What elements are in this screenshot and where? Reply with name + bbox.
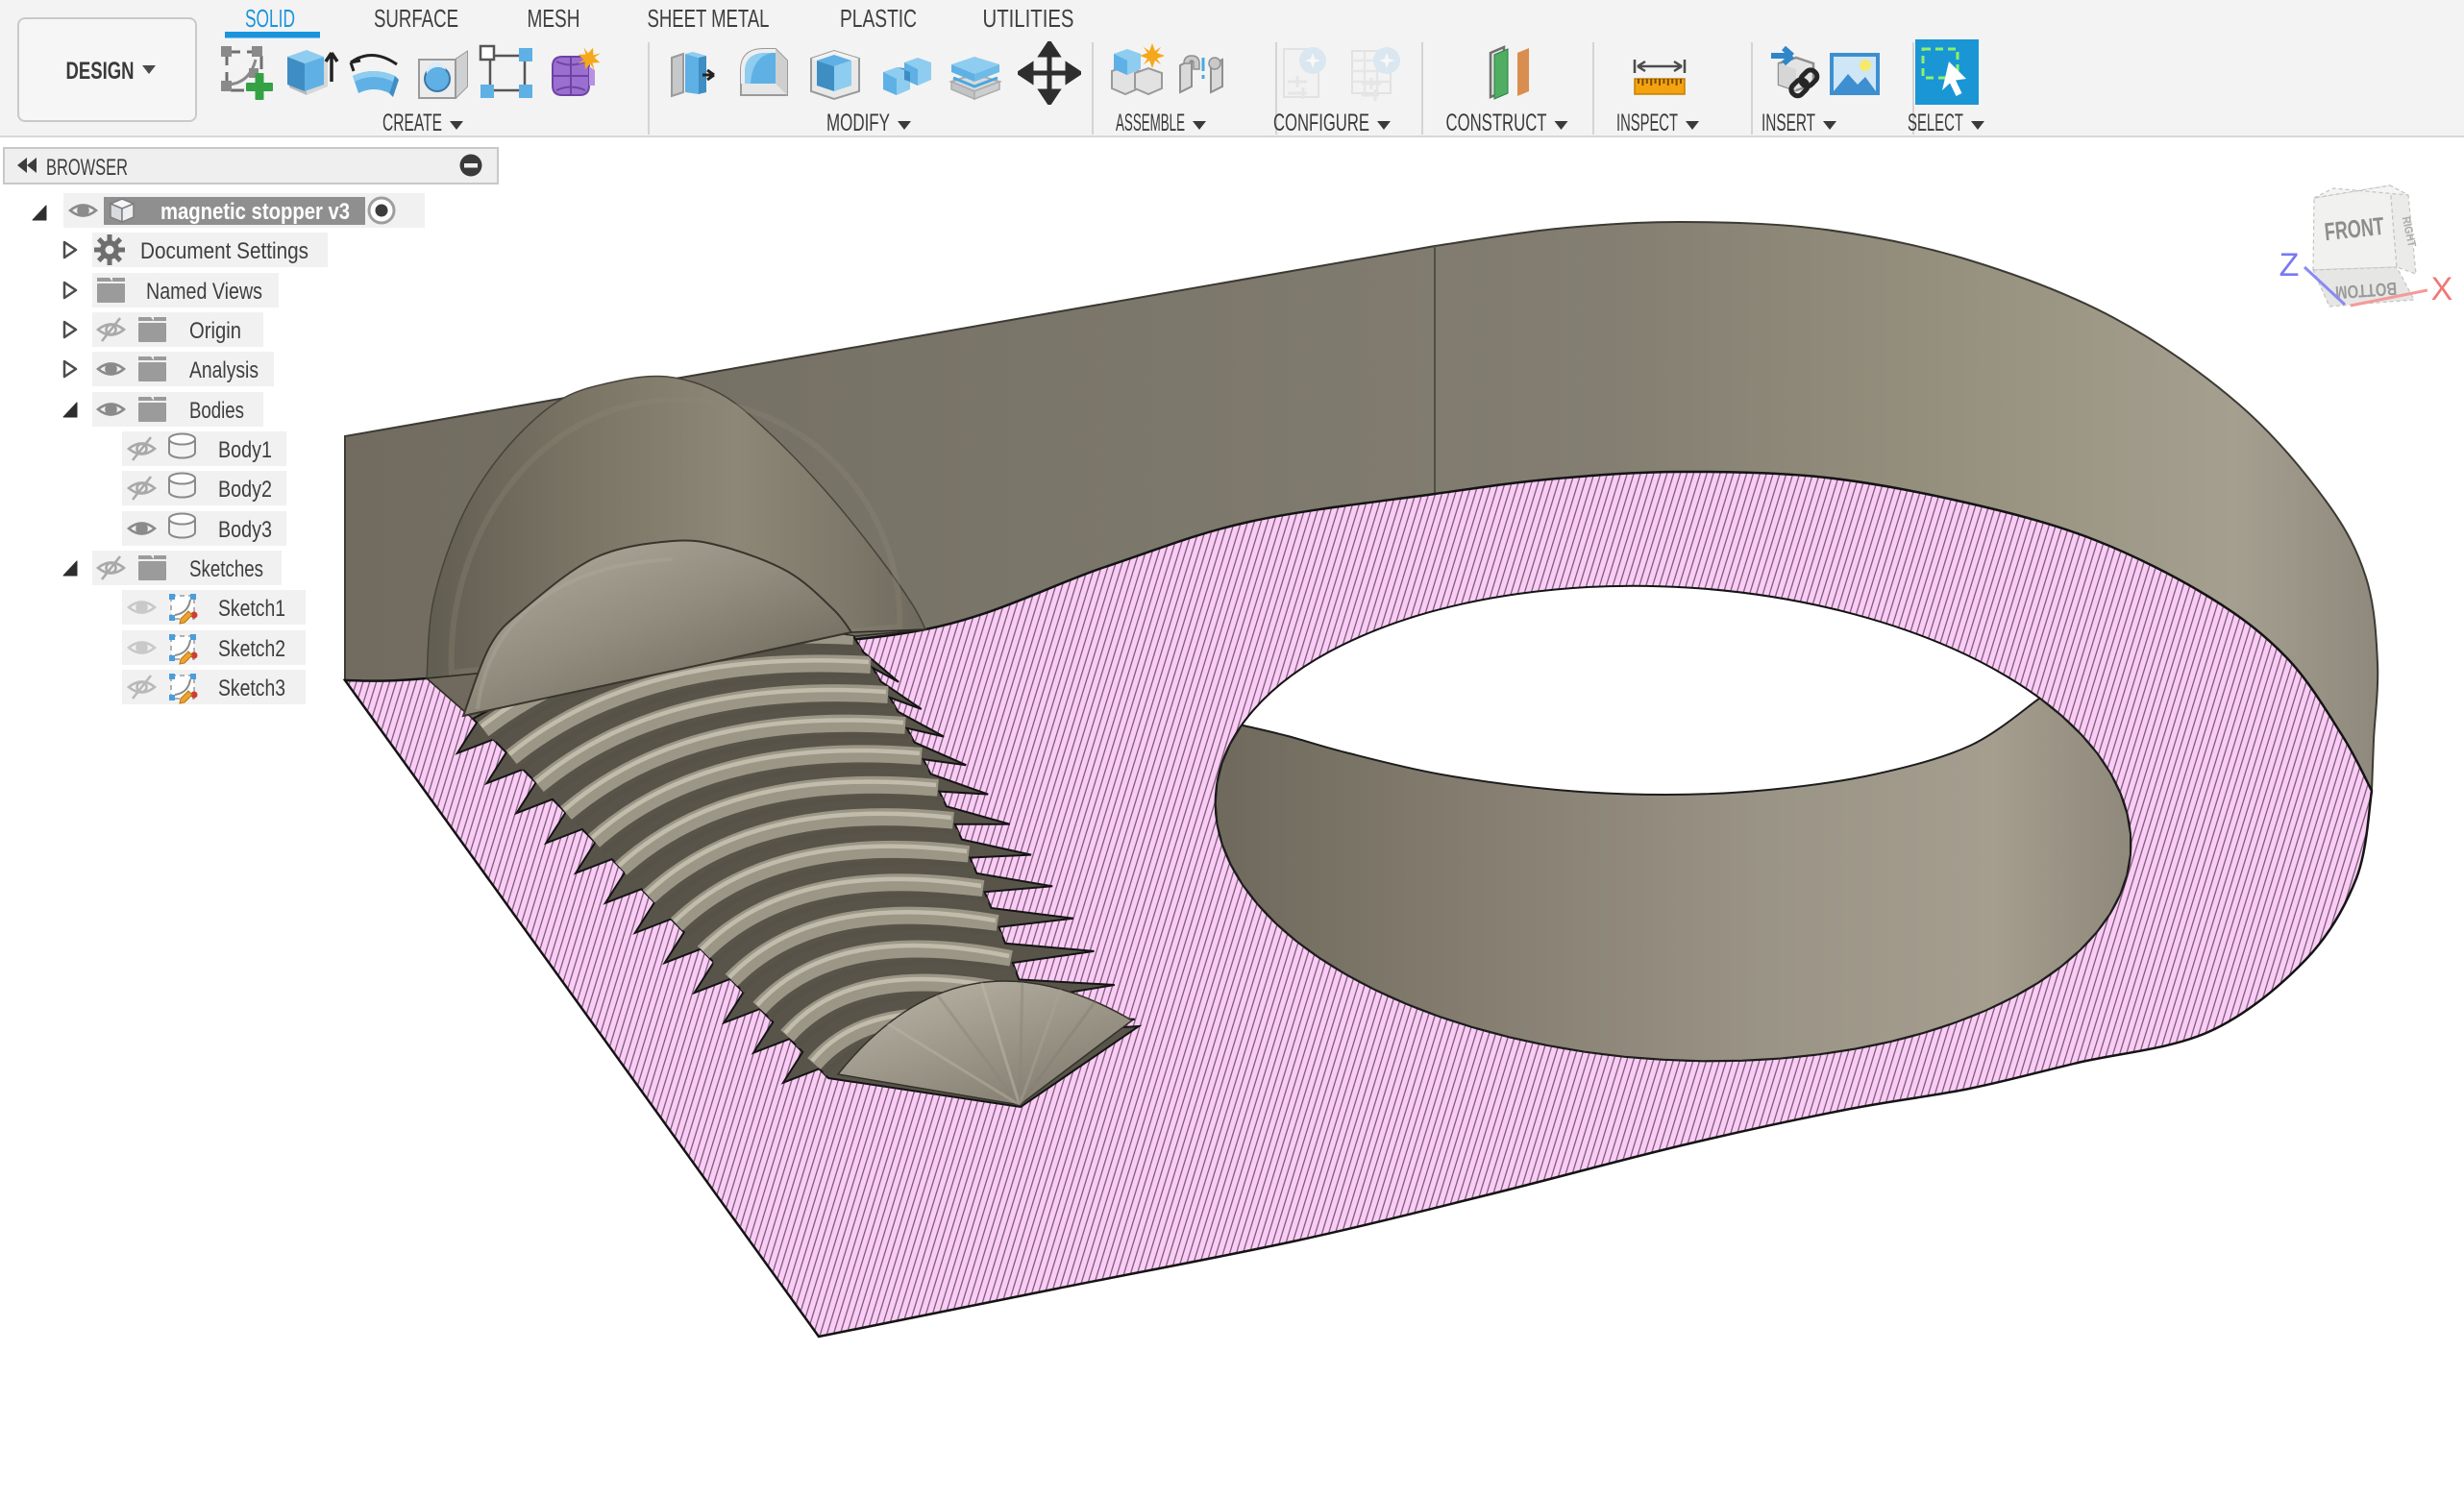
svg-text:Origin: Origin xyxy=(189,318,241,344)
svg-text:Analysis: Analysis xyxy=(189,357,259,383)
svg-text:SHEET METAL: SHEET METAL xyxy=(648,4,770,33)
svg-text:BROWSER: BROWSER xyxy=(46,155,128,181)
svg-text:Sketch1: Sketch1 xyxy=(218,596,285,622)
svg-text:CONSTRUCT: CONSTRUCT xyxy=(1446,110,1547,136)
svg-text:Body3: Body3 xyxy=(218,517,272,543)
svg-text:Z: Z xyxy=(2279,247,2300,283)
svg-text:PLASTIC: PLASTIC xyxy=(840,4,917,33)
svg-text:MODIFY: MODIFY xyxy=(826,110,890,136)
svg-text:Sketch2: Sketch2 xyxy=(218,636,285,662)
svg-text:Body2: Body2 xyxy=(218,477,272,503)
svg-text:UTILITIES: UTILITIES xyxy=(983,4,1074,33)
svg-text:SELECT: SELECT xyxy=(1908,110,1963,136)
svg-text:INSERT: INSERT xyxy=(1762,110,1815,136)
svg-text:ASSEMBLE: ASSEMBLE xyxy=(1116,110,1185,136)
svg-text:X: X xyxy=(2431,271,2453,307)
svg-text:Sketches: Sketches xyxy=(189,556,263,582)
svg-text:Sketch3: Sketch3 xyxy=(218,676,285,701)
svg-text:CONFIGURE: CONFIGURE xyxy=(1273,110,1369,136)
svg-text:Named Views: Named Views xyxy=(146,279,262,305)
svg-text:Document Settings: Document Settings xyxy=(140,238,308,264)
svg-text:Body1: Body1 xyxy=(218,437,272,463)
svg-text:magnetic stopper v3: magnetic stopper v3 xyxy=(160,199,350,225)
svg-text:Bodies: Bodies xyxy=(189,398,244,424)
svg-text:INSPECT: INSPECT xyxy=(1616,110,1678,136)
